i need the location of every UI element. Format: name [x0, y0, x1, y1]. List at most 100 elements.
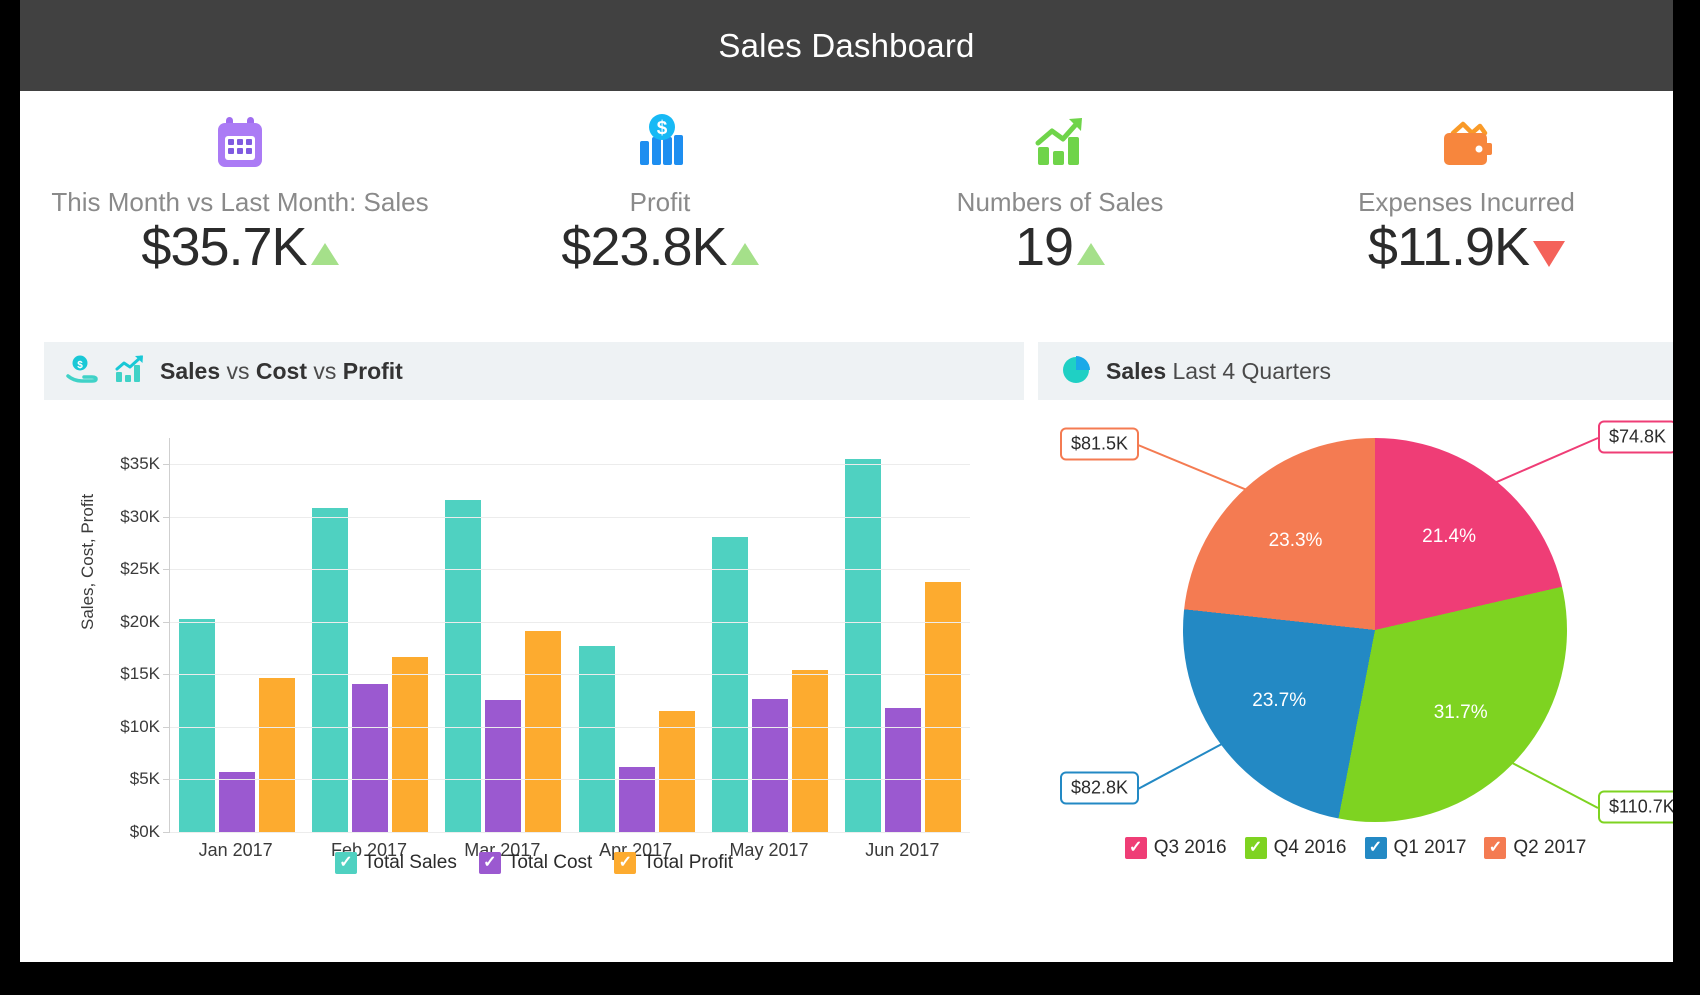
y-axis-tick-label: $10K: [90, 717, 160, 737]
kpi-label: Expenses Incurred: [1260, 187, 1673, 218]
bar-total-cost[interactable]: [485, 700, 521, 832]
panel-header: Sales Last 4 Quarters: [1038, 342, 1673, 400]
bar-total-cost[interactable]: [752, 699, 788, 832]
kpi-value: 19: [1015, 220, 1073, 274]
gridline: [170, 569, 970, 570]
legend-label: Total Cost: [508, 852, 592, 874]
legend-label: Q2 2017: [1513, 837, 1586, 859]
legend-item-q1-2017[interactable]: ✓ Q1 2017: [1365, 837, 1467, 859]
pie-callout-leader-line: [1492, 437, 1599, 485]
bar-total-sales[interactable]: [845, 459, 881, 832]
trend-up-icon: [731, 243, 759, 265]
pie-slice-percent-label: 23.3%: [1269, 530, 1323, 552]
legend-item-total-profit[interactable]: ✓ Total Profit: [614, 852, 733, 874]
legend-item-q3-2016[interactable]: ✓Q3 2016: [1125, 837, 1227, 859]
legend-label: Total Profit: [643, 852, 733, 874]
gridline: [170, 779, 970, 780]
kpi-card-expenses[interactable]: Expenses Incurred $11.9K: [1260, 91, 1673, 295]
kpi-card-sales[interactable]: This Month vs Last Month: Sales $35.7K: [20, 91, 460, 295]
kpi-label: Profit: [460, 187, 860, 218]
y-axis-tick-label: $5K: [90, 769, 160, 789]
legend-checkbox-icon[interactable]: ✓: [614, 852, 636, 874]
bar-total-cost[interactable]: [352, 684, 388, 832]
legend-item-q4-2016[interactable]: ✓Q4 2016: [1245, 837, 1347, 859]
trend-up-icon: [311, 243, 339, 265]
svg-text:$: $: [657, 118, 668, 139]
pie-slice-percent-label: 31.7%: [1434, 702, 1488, 724]
bar-total-sales[interactable]: [445, 500, 481, 832]
axis-tick: [163, 569, 170, 570]
kpi-label: Numbers of Sales: [860, 187, 1260, 218]
legend-item-total-cost[interactable]: ✓ Total Cost: [479, 852, 592, 874]
kpi-strip: This Month vs Last Month: Sales $35.7K: [20, 91, 1673, 295]
pie-slice-value-callout: $81.5K: [1060, 427, 1139, 460]
bar-total-sales[interactable]: [179, 619, 215, 832]
bar-total-profit[interactable]: [925, 582, 961, 832]
bar-group: [303, 438, 436, 832]
y-axis-tick-labels: $0K$5K$10K$15K$20K$25K$30K$35K: [90, 400, 160, 900]
dashboard-header: Sales Dashboard: [20, 0, 1673, 91]
kpi-value: $11.9K: [1368, 220, 1529, 274]
gridline: [170, 622, 970, 623]
axis-tick: [163, 674, 170, 675]
bar-total-sales[interactable]: [712, 537, 748, 832]
bar-groups: [170, 438, 970, 832]
kpi-card-numbers-of-sales[interactable]: Numbers of Sales 19: [860, 91, 1260, 295]
pie-slice-percent-label: 23.7%: [1252, 690, 1306, 712]
legend-label: Total Sales: [364, 852, 457, 874]
calendar-icon: [20, 107, 460, 169]
pie-slice-percent-label: 21.4%: [1422, 526, 1476, 548]
panel-header: $ Sales vs Cost vs Pro: [44, 342, 1024, 400]
pie-callout-leader-line: [1138, 444, 1250, 492]
kpi-value: $23.8K: [561, 220, 726, 274]
legend-checkbox-icon[interactable]: ✓: [1484, 837, 1506, 859]
pie-chart-legend: ✓Q3 2016✓Q4 2016✓Q1 2017✓Q2 2017: [1038, 837, 1673, 859]
pie-slice-value-callout: $110.7K: [1598, 790, 1673, 823]
pie-chart-icon: [1060, 353, 1092, 390]
legend-checkbox-icon[interactable]: ✓: [1365, 837, 1387, 859]
legend-checkbox-icon[interactable]: ✓: [335, 852, 357, 874]
axis-tick: [163, 727, 170, 728]
profit-bars-dollar-icon: $: [460, 107, 860, 169]
kpi-label: This Month vs Last Month: Sales: [20, 187, 460, 218]
panel-title-sep-1: vs: [220, 358, 256, 384]
growth-chart-icon: [860, 107, 1260, 169]
plot-area: [169, 438, 969, 832]
bar-total-sales[interactable]: [312, 508, 348, 832]
panel-title-part-profit: Profit: [343, 358, 403, 384]
bar-group: [570, 438, 703, 832]
kpi-card-profit[interactable]: $ Profit $23.8K: [460, 91, 860, 295]
legend-label: Q1 2017: [1394, 837, 1467, 859]
hand-coin-icon: $: [66, 354, 100, 389]
legend-item-total-sales[interactable]: ✓ Total Sales: [335, 852, 457, 874]
gridline: [170, 674, 970, 675]
bar-total-cost[interactable]: [219, 772, 255, 832]
y-axis-tick-label: $25K: [90, 559, 160, 579]
y-axis-tick-label: $15K: [90, 664, 160, 684]
panel-title-sep-2: vs: [307, 358, 343, 384]
bar-total-profit[interactable]: [525, 631, 561, 832]
kpi-value: $35.7K: [141, 220, 306, 274]
dashboard-page: Sales Dashboard This: [20, 0, 1673, 962]
pie-callout-leader-line: [1510, 761, 1598, 809]
wallet-icon: [1260, 107, 1673, 169]
screenshot-root: Sales Dashboard This: [0, 0, 1700, 995]
y-axis-tick-label: $30K: [90, 507, 160, 527]
legend-checkbox-icon[interactable]: ✓: [1245, 837, 1267, 859]
axis-tick: [163, 779, 170, 780]
trend-down-icon: [1533, 241, 1565, 267]
bar-total-profit[interactable]: [792, 670, 828, 832]
bar-total-profit[interactable]: [259, 678, 295, 832]
page-title: Sales Dashboard: [718, 27, 974, 65]
legend-checkbox-icon[interactable]: ✓: [479, 852, 501, 874]
legend-checkbox-icon[interactable]: ✓: [1125, 837, 1147, 859]
axis-tick: [163, 832, 170, 833]
panel-title: Sales vs Cost vs Profit: [160, 358, 403, 385]
bar-chart-icon: [114, 354, 146, 389]
bar-total-profit[interactable]: [392, 657, 428, 832]
panel-title-part-sales: Sales: [160, 358, 220, 384]
legend-item-q2-2017[interactable]: ✓ Q2 2017: [1484, 837, 1586, 859]
bar-total-profit[interactable]: [659, 711, 695, 832]
kpi-value-row: $23.8K: [460, 220, 860, 274]
bar-total-cost[interactable]: [619, 767, 655, 832]
